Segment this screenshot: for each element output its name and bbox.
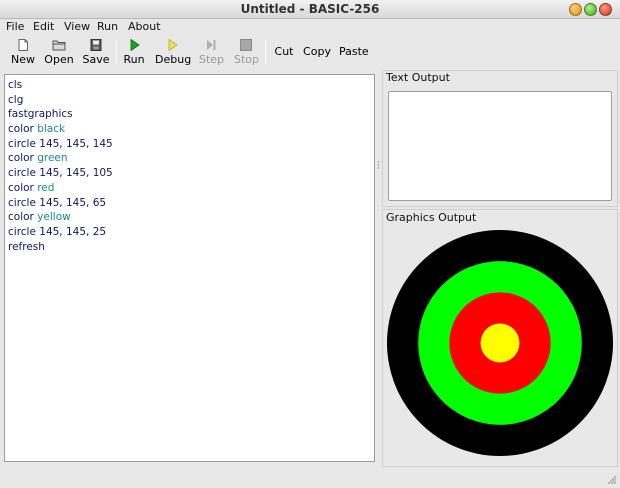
code-line: color yellow bbox=[8, 210, 374, 225]
title-bar: Untitled - BASIC-256 bbox=[0, 0, 620, 19]
code-keyword: color bbox=[8, 211, 38, 224]
code-keyword: circle 145, 145, 25 bbox=[8, 225, 107, 238]
save-button[interactable]: Save bbox=[82, 36, 110, 68]
code-line: fastgraphics bbox=[8, 107, 374, 122]
menu-run[interactable]: Run bbox=[97, 20, 118, 33]
copy-button[interactable]: Copy bbox=[303, 36, 331, 68]
code-keyword: fastgraphics bbox=[8, 108, 73, 121]
graphics-canvas bbox=[387, 230, 613, 456]
save-label: Save bbox=[82, 53, 110, 66]
stop-icon bbox=[240, 39, 252, 51]
copy-label: Copy bbox=[303, 45, 331, 58]
code-keyword: color bbox=[8, 152, 38, 165]
splitter-handle[interactable] bbox=[377, 160, 380, 170]
code-keyword: circle 145, 145, 105 bbox=[8, 167, 113, 180]
graphics-output-title: Graphics Output bbox=[386, 211, 477, 224]
step-label: Step bbox=[199, 53, 225, 66]
cut-button[interactable]: Cut bbox=[273, 36, 295, 68]
code-keyword: refresh bbox=[8, 240, 45, 253]
stop-button[interactable]: Stop bbox=[234, 36, 260, 68]
code-line: circle 145, 145, 145 bbox=[8, 137, 374, 152]
maximize-button[interactable] bbox=[584, 3, 597, 16]
code-line: color black bbox=[8, 122, 374, 137]
paste-button[interactable]: Paste bbox=[339, 36, 369, 68]
code-line: color green bbox=[8, 151, 374, 166]
code-argument: yellow bbox=[37, 211, 71, 224]
menu-view[interactable]: View bbox=[64, 20, 90, 33]
menu-about[interactable]: About bbox=[128, 20, 161, 33]
step-icon bbox=[207, 40, 216, 50]
new-label: New bbox=[11, 53, 35, 66]
code-line: color red bbox=[8, 181, 374, 196]
text-output-title: Text Output bbox=[386, 71, 450, 84]
code-keyword: color bbox=[8, 181, 38, 194]
stop-label: Stop bbox=[234, 53, 260, 66]
resize-grip[interactable] bbox=[607, 475, 617, 485]
code-argument: black bbox=[37, 123, 66, 136]
window-title: Untitled - BASIC-256 bbox=[240, 2, 380, 16]
open-folder-icon bbox=[52, 40, 66, 51]
menu-edit[interactable]: Edit bbox=[33, 20, 54, 33]
run-label: Run bbox=[123, 53, 145, 66]
code-line: cls bbox=[8, 78, 374, 93]
code-keyword: circle 145, 145, 145 bbox=[8, 137, 113, 150]
menu-bar: File Edit View Run About bbox=[0, 19, 620, 35]
toolbar-separator bbox=[116, 40, 117, 64]
text-output-area[interactable] bbox=[388, 91, 612, 201]
code-keyword: clg bbox=[8, 93, 24, 106]
code-line: circle 145, 145, 25 bbox=[8, 225, 374, 240]
target-ring-3 bbox=[480, 323, 520, 363]
new-file-icon bbox=[18, 39, 28, 51]
code-editor[interactable]: cls clg fastgraphics color black circle 145,… bbox=[4, 74, 375, 462]
step-button[interactable]: Step bbox=[199, 36, 225, 68]
code-keyword: cls bbox=[8, 79, 23, 91]
debug-button[interactable]: Debug bbox=[155, 36, 192, 68]
run-play-icon bbox=[130, 39, 140, 51]
code-line: clg bbox=[8, 93, 374, 108]
run-button[interactable]: Run bbox=[123, 36, 145, 68]
new-button[interactable]: New bbox=[10, 36, 36, 68]
debug-play-icon bbox=[168, 39, 178, 51]
open-label: Open bbox=[44, 53, 74, 66]
code-argument: green bbox=[37, 152, 68, 165]
menu-file[interactable]: File bbox=[6, 20, 24, 33]
close-button[interactable] bbox=[599, 3, 612, 16]
debug-label: Debug bbox=[155, 53, 192, 66]
minimize-button[interactable] bbox=[569, 3, 582, 16]
save-disk-icon bbox=[90, 39, 102, 51]
open-button[interactable]: Open bbox=[44, 36, 74, 68]
code-line: circle 145, 145, 105 bbox=[8, 166, 374, 181]
code-argument: red bbox=[37, 181, 55, 194]
code-keyword: color bbox=[8, 123, 38, 136]
cut-label: Cut bbox=[274, 45, 294, 58]
toolbar-separator bbox=[265, 40, 266, 64]
code-line: refresh bbox=[8, 240, 374, 255]
paste-label: Paste bbox=[339, 45, 369, 58]
toolbar: New Open Save Run Debug Step Stop Cut Co… bbox=[0, 36, 620, 68]
code-line: circle 145, 145, 65 bbox=[8, 196, 374, 211]
code-keyword: circle 145, 145, 65 bbox=[8, 196, 107, 209]
